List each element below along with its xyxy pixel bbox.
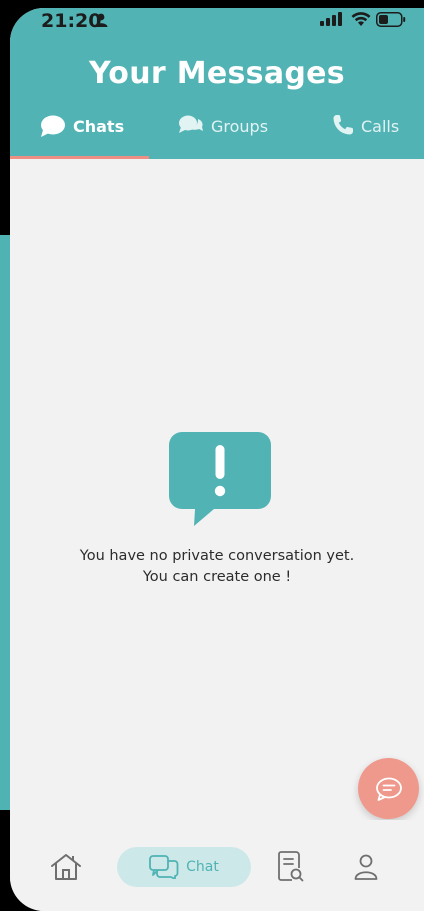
- tab-chats[interactable]: Chats: [40, 114, 124, 159]
- empty-state-message: You have no private conversation yet. Yo…: [10, 546, 424, 588]
- bottom-nav: Chat: [10, 820, 424, 911]
- status-bar: 21:20: [10, 8, 424, 36]
- alert-message-icon: [169, 432, 271, 526]
- signal-icon: [320, 12, 342, 26]
- groups-bubble-icon: [179, 115, 203, 133]
- nav-profile[interactable]: [354, 854, 378, 884]
- empty-state-line-1: You have no private conversation yet.: [79, 548, 355, 564]
- phone-icon: [333, 115, 353, 135]
- tab-chats-label: Chats: [73, 117, 125, 136]
- new-chat-button[interactable]: [358, 758, 419, 819]
- wifi-icon: [351, 12, 371, 26]
- person-status-icon: [94, 13, 108, 27]
- profile-icon: [354, 854, 378, 880]
- new-chat-icon: [375, 777, 402, 801]
- app-screen: 21:20 Your Messages Chats Groups Calls Y…: [10, 8, 424, 911]
- chat-bubble-icon: [41, 115, 65, 137]
- tab-calls[interactable]: Calls: [332, 114, 399, 159]
- status-time: 21:20: [41, 10, 102, 32]
- home-icon: [51, 854, 81, 880]
- nav-chat-label: Chat: [186, 859, 219, 875]
- tab-bar: Chats Groups Calls: [10, 114, 424, 159]
- document-search-icon: [278, 851, 304, 882]
- header: 21:20 Your Messages Chats Groups Calls: [10, 8, 424, 159]
- battery-icon: [376, 12, 406, 27]
- empty-state-line-2: You can create one !: [142, 569, 292, 585]
- tab-groups-label: Groups: [211, 117, 269, 136]
- nav-home[interactable]: [50, 853, 82, 885]
- active-tab-indicator: [10, 156, 149, 159]
- chat-icon: [149, 855, 179, 879]
- nav-documents[interactable]: [278, 851, 304, 887]
- page-title: Your Messages: [89, 56, 345, 91]
- nav-chat[interactable]: Chat: [117, 847, 251, 887]
- tab-calls-label: Calls: [361, 117, 400, 136]
- tab-groups[interactable]: Groups: [178, 114, 268, 159]
